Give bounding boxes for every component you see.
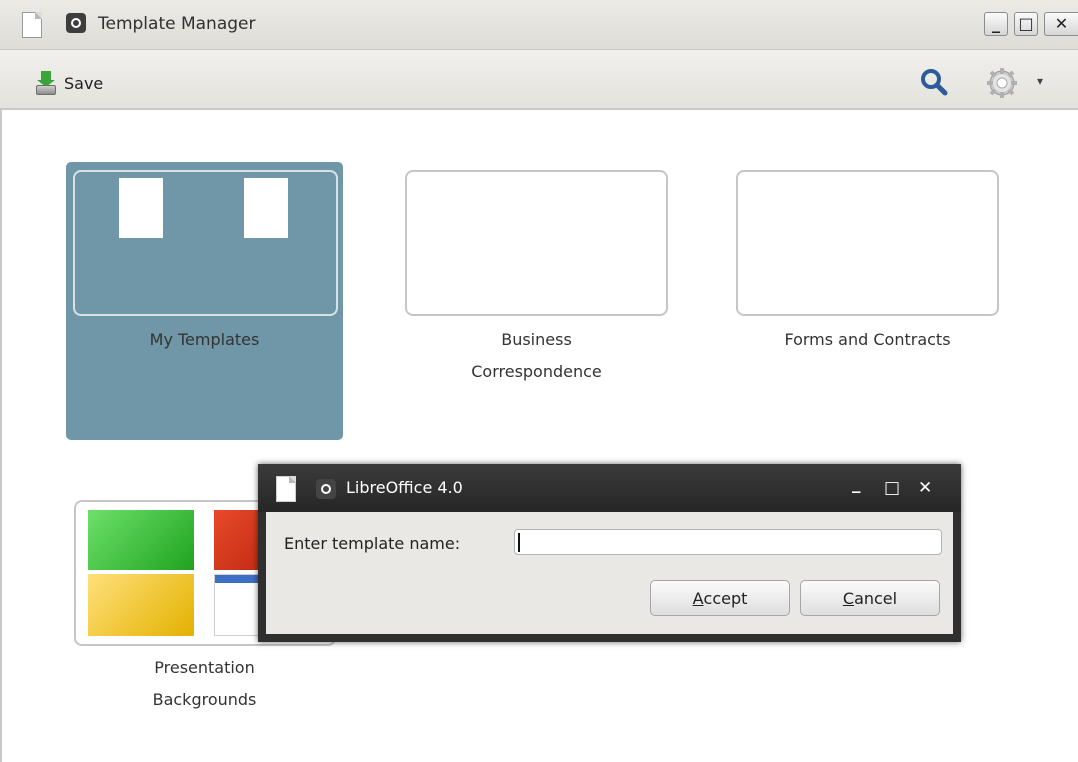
dialog-titlebar: LibreOffice 4.0 _ □ ✕	[258, 464, 961, 512]
folder-label: Forms and Contracts	[784, 330, 951, 349]
cancel-label: ancel	[854, 588, 898, 608]
libreoffice-icon	[316, 479, 336, 499]
dialog-minimize-button[interactable]: _	[852, 474, 861, 494]
folder-forms-and-contracts[interactable]: Forms and Contracts	[729, 162, 1006, 362]
text-caret	[518, 533, 520, 552]
cancel-mnemonic: C	[842, 588, 855, 608]
folder-label-line2: Backgrounds	[152, 690, 257, 709]
dialog-close-button[interactable]: ✕	[918, 478, 932, 498]
save-icon	[36, 71, 56, 95]
libreoffice-icon	[66, 13, 86, 33]
yellow-slide-thumb	[88, 574, 194, 636]
folder-thumbnail	[736, 170, 999, 316]
folder-label-line2: Correspondence	[471, 362, 602, 381]
template-name-dialog: LibreOffice 4.0 _ □ ✕ Enter template nam…	[258, 464, 961, 642]
accept-label: ccept	[703, 588, 748, 608]
document-icon	[276, 476, 296, 502]
folder-my-templates[interactable]: My Templates	[66, 162, 343, 440]
save-button[interactable]: Save	[36, 68, 103, 98]
folder-label: My Templates	[149, 330, 260, 349]
window-titlebar: Template Manager _ □ ✕	[0, 0, 1078, 50]
folder-label-line1: Business	[501, 330, 572, 349]
document-icon	[22, 12, 42, 38]
folder-business-correspondence[interactable]: Business Correspondence	[398, 162, 675, 402]
folder-thumbnail	[73, 170, 338, 316]
gear-icon[interactable]	[985, 66, 1019, 100]
settings-dropdown-arrow[interactable]: ▾	[1037, 74, 1043, 88]
minimize-button[interactable]: _	[984, 12, 1008, 36]
template-page-thumb	[244, 178, 288, 238]
save-label: Save	[64, 73, 104, 93]
close-button[interactable]: ✕	[1044, 12, 1078, 36]
accept-mnemonic: A	[692, 588, 704, 608]
dialog-title: LibreOffice 4.0	[346, 478, 463, 497]
template-name-label: Enter template name:	[284, 534, 461, 553]
template-name-input[interactable]	[514, 529, 942, 555]
folder-label-line1: Presentation	[154, 658, 255, 677]
template-page-thumb	[119, 178, 163, 238]
maximize-button[interactable]: □	[1014, 12, 1038, 36]
folder-thumbnail	[405, 170, 668, 316]
green-slide-thumb	[88, 510, 194, 570]
window-title: Template Manager	[98, 14, 256, 34]
search-icon[interactable]	[920, 68, 948, 96]
accept-button[interactable]: Accept	[650, 580, 790, 616]
cancel-button[interactable]: Cancel	[800, 580, 940, 616]
dialog-maximize-button[interactable]: □	[884, 478, 900, 498]
dialog-body: Enter template name: Accept Cancel	[266, 512, 953, 634]
toolbar: Save	[0, 50, 1078, 110]
